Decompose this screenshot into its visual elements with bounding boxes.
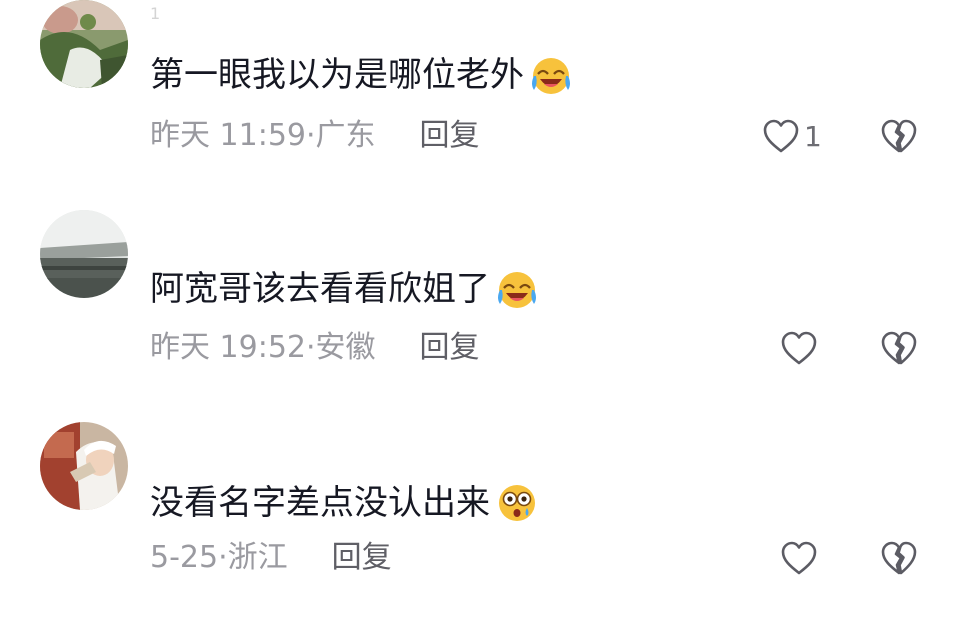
heart-icon [781,541,817,575]
comment-text-label: 阿宽哥该去看看欣姐了 [150,269,490,309]
reply-button[interactable]: 回复 [332,540,392,576]
cry-laugh-emoji [498,272,536,308]
like-count: 1 [804,119,822,153]
comment-meta: 5-25 · 浙江 回复 [150,540,392,576]
reply-button[interactable]: 回复 [420,118,480,154]
heart-icon [781,331,817,365]
comment-item: 1 第一眼我以为是哪位老外 昨天 11:59 · 广东 回复 1 [0,0,960,200]
like-button[interactable] [780,540,822,576]
heart-icon [763,119,799,153]
broken-heart-icon [881,119,917,153]
like-button[interactable]: 1 [762,118,822,154]
dislike-button[interactable] [880,330,918,370]
avatar[interactable] [40,210,128,298]
comment-meta: 昨天 11:59 · 广东 回复 [150,118,480,154]
comment-location: 安徽 [315,330,376,365]
broken-heart-icon [881,331,917,365]
broken-heart-icon [881,541,917,575]
meta-separator: · [306,118,316,153]
like-button[interactable] [780,330,822,366]
comment-text: 阿宽哥该去看看欣姐了 [150,268,538,310]
comment-text: 第一眼我以为是哪位老外 [150,54,572,96]
reply-button[interactable]: 回复 [420,330,480,366]
avatar[interactable] [40,422,128,510]
meta-separator: · [306,330,316,365]
shocked-emoji [499,485,535,521]
comment-meta: 昨天 19:52 · 安徽 回复 [150,330,480,366]
comment-item: 阿宽哥该去看看欣姐了 昨天 19:52 · 安徽 回复 [0,210,960,410]
comment-time: 5-25 [150,540,219,575]
comment-text: 没看名字差点没认出来 [150,482,538,524]
comment-location: 浙江 [227,540,288,575]
comment-text-label: 第一眼我以为是哪位老外 [150,55,524,95]
avatar[interactable] [40,0,128,88]
cry-laugh-emoji [532,58,570,94]
comment-item: 没看名字差点没认出来 5-25 · 浙江 回复 [0,422,960,622]
dislike-button[interactable] [880,540,918,580]
comment-time: 昨天 19:52 [150,330,306,365]
meta-separator: · [218,540,228,575]
comment-time: 昨天 11:59 [150,118,306,153]
comment-location: 广东 [315,118,376,153]
dislike-button[interactable] [880,118,918,158]
comment-text-label: 没看名字差点没认出来 [150,483,490,523]
username[interactable]: 1 [150,4,161,23]
